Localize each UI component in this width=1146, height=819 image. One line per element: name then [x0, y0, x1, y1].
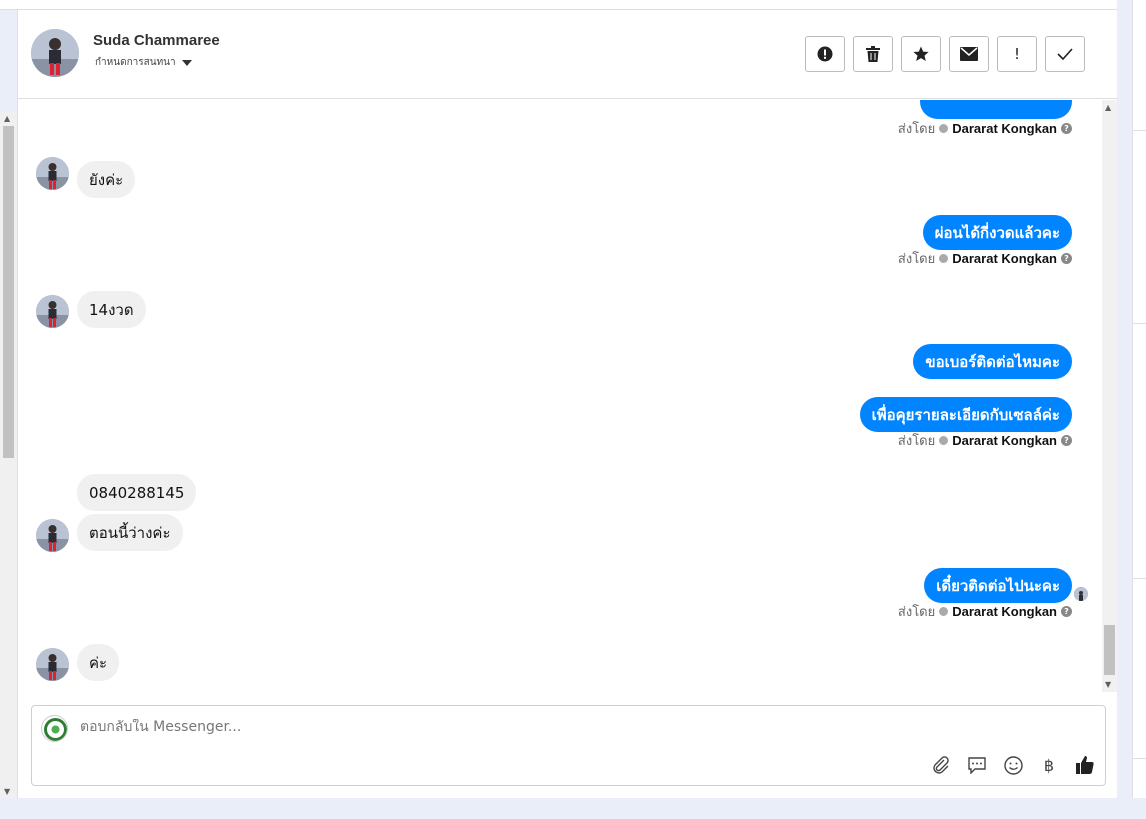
check-circle-icon: [939, 607, 949, 616]
help-icon[interactable]: ?: [1061, 123, 1072, 134]
divider: [1133, 758, 1146, 759]
sent-by-line: ส่งโดย Dararat Kongkan ?: [898, 118, 1072, 139]
scroll-down-icon[interactable]: ▼: [4, 787, 10, 796]
page-scrollbar[interactable]: ▲ ▼: [0, 112, 17, 798]
message-bubble-incoming: ตอนนี้ว่างค่ะ: [77, 514, 183, 551]
sent-by-line: ส่งโดย Dararat Kongkan ?: [898, 601, 1072, 622]
contact-name[interactable]: Suda Chammaree: [93, 32, 220, 49]
seen-avatar: [1074, 587, 1088, 601]
sent-by-label: ส่งโดย: [897, 122, 936, 137]
assign-label: กำหนดการสนทนา: [95, 57, 176, 68]
page-logo: [41, 715, 68, 742]
delete-button[interactable]: [853, 36, 893, 72]
help-icon[interactable]: ?: [1061, 606, 1072, 617]
baht-icon: ฿: [1043, 755, 1055, 775]
star-icon: [913, 46, 929, 61]
message-bubble-outgoing: เพื่อคุยรายละเอียดกับเซลล์ค่ะ: [859, 397, 1072, 432]
alert-circle-icon: [817, 46, 833, 62]
assign-conversation-dropdown[interactable]: กำหนดการสนทนา: [95, 55, 192, 70]
conversation-panel: Suda Chammaree กำหนดการสนทนา ! ส่งโดย Da…: [17, 10, 1118, 798]
scroll-up-icon[interactable]: ▲: [4, 114, 10, 123]
top-strip: [0, 0, 1117, 10]
trash-icon: [866, 46, 880, 62]
message-bubble-outgoing: [920, 100, 1072, 119]
divider: [1133, 578, 1146, 579]
caret-down-icon: [181, 59, 192, 66]
scroll-up-icon[interactable]: ▲: [1105, 103, 1111, 112]
divider: [1133, 130, 1146, 131]
reply-input[interactable]: [80, 719, 940, 735]
message-bubble-outgoing: ผ่อนได้กี่งวดแล้วคะ: [922, 215, 1072, 250]
like-button[interactable]: [1075, 755, 1095, 775]
message-bubble-incoming: 14งวด: [77, 291, 146, 328]
message-bubble-incoming: ยังค่ะ: [77, 161, 136, 198]
scrollbar-thumb[interactable]: [1104, 625, 1115, 675]
thumbs-up-icon: [1076, 756, 1094, 774]
contact-avatar-small[interactable]: [36, 295, 69, 328]
right-side-panel: [1132, 0, 1146, 798]
envelope-icon: [960, 47, 978, 61]
paperclip-icon: [933, 756, 949, 774]
attach-button[interactable]: [931, 755, 951, 775]
spam-button[interactable]: !: [997, 36, 1037, 72]
divider: [1133, 323, 1146, 324]
mark-unread-button[interactable]: [949, 36, 989, 72]
saved-replies-button[interactable]: [967, 755, 987, 775]
reply-composer: ฿: [31, 705, 1106, 786]
scroll-down-icon[interactable]: ▼: [1105, 680, 1111, 689]
message-bubble-outgoing: ขอเบอร์ติดต่อไหมคะ: [913, 344, 1072, 379]
sender-name[interactable]: Dararat Kongkan: [952, 433, 1057, 448]
thread-scrollbar[interactable]: ▲ ▼: [1102, 100, 1117, 692]
sender-name[interactable]: Dararat Kongkan: [952, 604, 1057, 619]
alert-button[interactable]: [805, 36, 845, 72]
contact-avatar-small[interactable]: [36, 648, 69, 681]
message-bubble-outgoing: เดี๋ยวติดต่อไปนะคะ: [924, 568, 1072, 603]
sent-by-label: ส่งโดย: [897, 605, 936, 620]
conversation-header: Suda Chammaree กำหนดการสนทนา !: [18, 10, 1118, 99]
message-bubble-incoming: ค่ะ: [77, 644, 120, 681]
saved-reply-icon: [968, 757, 986, 774]
sent-by-line: ส่งโดย Dararat Kongkan ?: [898, 248, 1072, 269]
contact-avatar-small[interactable]: [36, 519, 69, 552]
conversation-toolbar: !: [805, 36, 1085, 72]
payment-button[interactable]: ฿: [1039, 755, 1059, 775]
help-icon[interactable]: ?: [1061, 253, 1072, 264]
sender-name[interactable]: Dararat Kongkan: [952, 251, 1057, 266]
exclamation-icon: !: [1013, 45, 1020, 63]
message-thread: ส่งโดย Dararat Kongkan ? ยังค่ะ ผ่อนได้ก…: [18, 100, 1102, 692]
check-circle-icon: [939, 436, 949, 445]
star-button[interactable]: [901, 36, 941, 72]
check-circle-icon: [939, 254, 949, 263]
check-circle-icon: [939, 124, 949, 133]
sent-by-label: ส่งโดย: [897, 252, 936, 267]
contact-avatar[interactable]: [31, 29, 79, 77]
help-icon[interactable]: ?: [1061, 435, 1072, 446]
sent-by-label: ส่งโดย: [897, 434, 936, 449]
emoji-button[interactable]: [1003, 755, 1023, 775]
composer-toolbar: ฿: [931, 755, 1095, 775]
done-button[interactable]: [1045, 36, 1085, 72]
message-bubble-incoming: 0840288145: [77, 474, 197, 511]
contact-avatar-small[interactable]: [36, 157, 69, 190]
sender-name[interactable]: Dararat Kongkan: [952, 121, 1057, 136]
sent-by-line: ส่งโดย Dararat Kongkan ?: [898, 430, 1072, 451]
emoji-icon: [1003, 755, 1023, 775]
scrollbar-thumb[interactable]: [3, 126, 14, 458]
check-icon: [1057, 48, 1073, 60]
